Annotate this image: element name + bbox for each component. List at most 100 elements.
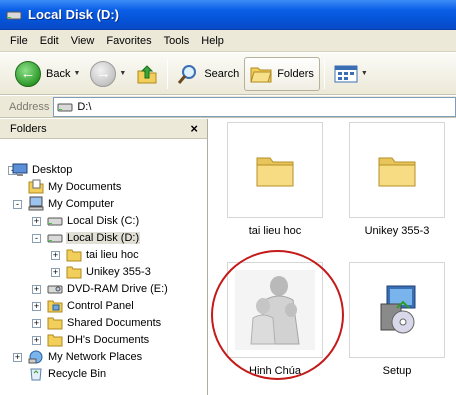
- desktop-icon: [12, 163, 28, 176]
- folder-icon: [66, 266, 82, 279]
- collapse-icon[interactable]: -: [32, 234, 41, 243]
- folder-icon: [47, 334, 63, 347]
- drive-icon: [47, 234, 63, 243]
- tree-item-shared-documents[interactable]: Shared Documents: [47, 314, 162, 331]
- folders-pane: Folders × - Desktop My Documents - My Co…: [0, 119, 208, 395]
- tree-item-dvd-drive[interactable]: DVD-RAM Drive (E:): [47, 280, 169, 297]
- tree-item-local-disk-d[interactable]: Local Disk (D:): [47, 229, 141, 246]
- close-icon[interactable]: ×: [190, 122, 198, 135]
- folders-pane-title: Folders: [10, 122, 47, 135]
- menu-file[interactable]: File: [4, 33, 34, 49]
- forward-arrow-icon: →: [90, 60, 117, 87]
- forward-dropdown-icon[interactable]: ▼: [119, 70, 126, 77]
- views-button[interactable]: ▼: [329, 56, 373, 92]
- tree-label: Recycle Bin: [48, 367, 107, 380]
- address-path: D:\: [77, 100, 92, 113]
- views-dropdown-icon[interactable]: ▼: [361, 70, 368, 77]
- tree-item-desktop[interactable]: Desktop: [12, 161, 73, 178]
- thumbnail-frame: [227, 262, 323, 358]
- tree-label: My Computer: [48, 197, 115, 210]
- file-list: tai lieu hoc Unikey 355-3 Hinh Chúa Setu…: [209, 119, 456, 395]
- collapse-icon[interactable]: -: [13, 200, 22, 209]
- tree-label: DVD-RAM Drive (E:): [67, 282, 168, 295]
- tree-item-tai-lieu-hoc[interactable]: tai lieu hoc: [66, 246, 140, 263]
- drive-icon: [57, 103, 73, 111]
- tree-item-my-computer[interactable]: My Computer: [28, 195, 115, 212]
- menu-favorites[interactable]: Favorites: [100, 33, 157, 49]
- dvd-drive-icon: [47, 285, 63, 294]
- title-bar: Local Disk (D:): [0, 0, 456, 30]
- views-icon: [334, 65, 358, 82]
- file-name: Hinh Chúa: [249, 365, 301, 377]
- expand-icon[interactable]: +: [32, 302, 41, 311]
- recycle-bin-icon: [30, 368, 42, 381]
- folder-icon: [66, 249, 82, 262]
- expand-icon[interactable]: +: [51, 268, 60, 277]
- up-folder-button[interactable]: [131, 56, 163, 92]
- tree-label: Desktop: [32, 163, 73, 176]
- folders-label: Folders: [277, 67, 314, 80]
- file-item-hinh-chua[interactable]: Hinh Chúa: [220, 262, 330, 377]
- image-thumbnail: [235, 270, 315, 350]
- tree-item-recycle-bin[interactable]: Recycle Bin: [28, 365, 107, 382]
- tree-label: Unikey 355-3: [86, 265, 151, 278]
- control-panel-icon: [47, 300, 63, 313]
- back-label: Back: [46, 67, 71, 80]
- expand-icon[interactable]: +: [32, 217, 41, 226]
- tree-label: Control Panel: [67, 299, 134, 312]
- tree-label: Local Disk (D:): [66, 231, 141, 244]
- file-item-tai-lieu-hoc[interactable]: tai lieu hoc: [220, 122, 330, 237]
- expand-icon[interactable]: +: [32, 285, 41, 294]
- folders-pane-header: Folders ×: [0, 119, 207, 139]
- folders-icon: [250, 67, 272, 82]
- folders-button[interactable]: Folders: [244, 56, 320, 91]
- file-item-setup[interactable]: Setup: [342, 262, 452, 377]
- tree-item-unikey[interactable]: Unikey 355-3: [66, 263, 152, 280]
- setup-icon: [380, 285, 416, 334]
- search-button[interactable]: Search: [172, 56, 244, 92]
- expand-icon[interactable]: +: [13, 353, 22, 362]
- menu-bar: File Edit View Favorites Tools Help: [0, 30, 456, 52]
- folder-icon: [256, 157, 294, 187]
- tree-label: My Documents: [48, 180, 122, 193]
- menu-edit[interactable]: Edit: [34, 33, 65, 49]
- menu-tools[interactable]: Tools: [158, 33, 196, 49]
- my-computer-icon: [28, 196, 44, 211]
- menu-view[interactable]: View: [65, 33, 101, 49]
- tree-item-control-panel[interactable]: Control Panel: [47, 297, 135, 314]
- search-icon: [178, 64, 197, 84]
- address-bar: Address D:\: [0, 96, 456, 118]
- back-dropdown-icon[interactable]: ▼: [73, 70, 80, 77]
- tree-item-network-places[interactable]: My Network Places: [28, 348, 143, 365]
- my-documents-icon: [28, 179, 44, 194]
- drive-icon: [6, 11, 22, 19]
- up-folder-icon: [137, 64, 157, 83]
- expand-icon[interactable]: +: [51, 251, 60, 260]
- window-title: Local Disk (D:): [28, 7, 120, 22]
- tree-item-dh-documents[interactable]: DH's Documents: [47, 331, 150, 348]
- back-button[interactable]: ← Back ▼: [10, 56, 85, 92]
- tree-item-local-disk-c[interactable]: Local Disk (C:): [47, 212, 140, 229]
- tree-label: My Network Places: [48, 350, 143, 363]
- tree-item-my-documents[interactable]: My Documents: [28, 178, 122, 195]
- drive-icon: [47, 217, 63, 226]
- file-name: tai lieu hoc: [248, 225, 302, 237]
- tree-label: Shared Documents: [67, 316, 162, 329]
- back-arrow-icon: ←: [15, 60, 41, 87]
- file-item-unikey[interactable]: Unikey 355-3: [342, 122, 452, 237]
- network-icon: [28, 350, 43, 364]
- thumbnail-frame: [227, 122, 323, 218]
- address-label: Address: [9, 100, 50, 113]
- file-name: Setup: [382, 365, 412, 377]
- address-field[interactable]: D:\: [53, 96, 456, 117]
- tree-label: Local Disk (C:): [67, 214, 140, 227]
- forward-button[interactable]: → ▼: [85, 56, 131, 92]
- file-name: Unikey 355-3: [364, 225, 430, 237]
- thumbnail-frame: [349, 122, 445, 218]
- expand-icon[interactable]: +: [32, 336, 41, 345]
- search-label: Search: [204, 67, 240, 80]
- toolbar: ← Back ▼ → ▼ Search Folders ▼: [0, 53, 456, 95]
- folder-icon: [47, 317, 63, 330]
- menu-help[interactable]: Help: [195, 33, 230, 49]
- expand-icon[interactable]: +: [32, 319, 41, 328]
